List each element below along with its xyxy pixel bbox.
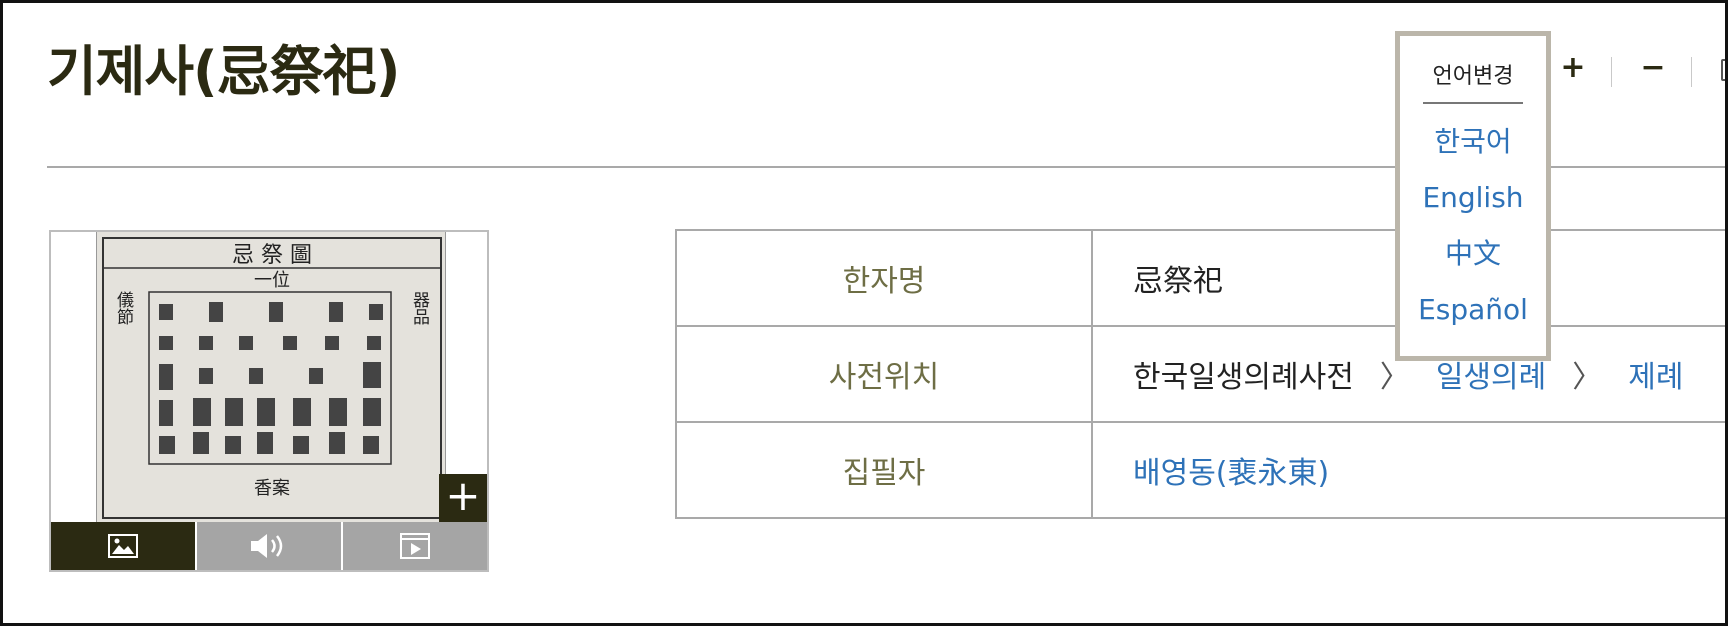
language-option-spanish[interactable]: Español <box>1400 282 1546 338</box>
language-option-korean[interactable]: 한국어 <box>1400 114 1546 170</box>
breadcrumb-separator: 〉 <box>1379 360 1410 395</box>
language-menu-header: 언어변경 <box>1423 58 1523 104</box>
media-panel: 忌 祭 圖 一位 儀節 器品 香案 + <box>49 230 489 572</box>
language-menu: 언어변경 한국어 English 中文 Español <box>1395 31 1551 361</box>
chart-subheading: 一位 <box>254 270 290 291</box>
row-value-author: 배영동(裵永東) <box>1091 421 1725 519</box>
breadcrumb-category[interactable]: 일생의례 <box>1436 360 1546 395</box>
breadcrumb-subcategory[interactable]: 제례 <box>1628 360 1683 395</box>
chart-side-left: 儀節 <box>113 291 134 325</box>
video-icon <box>400 533 430 559</box>
media-tabs <box>51 522 487 570</box>
language-options: 한국어 English 中文 Español <box>1400 114 1546 338</box>
breadcrumb-dictionary[interactable]: 한국일생의례사전 <box>1133 360 1354 395</box>
zoom-in-button[interactable]: + <box>1553 49 1593 89</box>
tab-audio[interactable] <box>195 522 341 570</box>
language-option-chinese[interactable]: 中文 <box>1400 226 1546 282</box>
breadcrumb-separator: 〉 <box>1572 360 1603 395</box>
table-row: 사전위치 한국일생의례사전 〉 일생의례 〉 제례 <box>675 325 1725 423</box>
toolbar-divider <box>1611 57 1612 87</box>
chart-heading: 忌 祭 圖 <box>232 243 312 268</box>
table-row: 집필자 배영동(裵永東) <box>675 421 1725 519</box>
image-icon <box>108 534 138 558</box>
language-option-english[interactable]: English <box>1400 170 1546 226</box>
zoom-out-button[interactable]: − <box>1633 49 1673 89</box>
row-label-location: 사전위치 <box>675 325 1093 423</box>
author-link[interactable]: 배영동(裵永東) <box>1133 456 1329 491</box>
row-label-hanja: 한자명 <box>675 229 1093 327</box>
page-frame: 기제사(忌祭祀) + − 忌 祭 圖 一位 儀節 器品 香案 + 한자명 忌祭祀… <box>0 0 1728 626</box>
chart-side-right: 器品 <box>409 291 430 325</box>
row-label-author: 집필자 <box>675 421 1093 519</box>
print-icon[interactable] <box>1721 59 1725 81</box>
ritual-table-image: 忌 祭 圖 一位 儀節 器品 香案 <box>96 232 446 522</box>
chart-footer: 香案 <box>254 478 290 499</box>
info-table: 한자명 忌祭祀 사전위치 한국일생의례사전 〉 일생의례 〉 제례 집필자 배영동(裵永… <box>675 229 1725 519</box>
audio-icon <box>251 534 283 558</box>
tab-image[interactable] <box>51 522 195 570</box>
toolbar-divider <box>1691 57 1692 87</box>
tab-video[interactable] <box>341 522 487 570</box>
ritual-diagram: 忌 祭 圖 一位 儀節 器品 香案 <box>97 232 445 522</box>
table-row: 한자명 忌祭祀 <box>675 229 1725 327</box>
page-title: 기제사(忌祭祀) <box>47 40 400 103</box>
image-zoom-button[interactable]: + <box>439 474 487 522</box>
